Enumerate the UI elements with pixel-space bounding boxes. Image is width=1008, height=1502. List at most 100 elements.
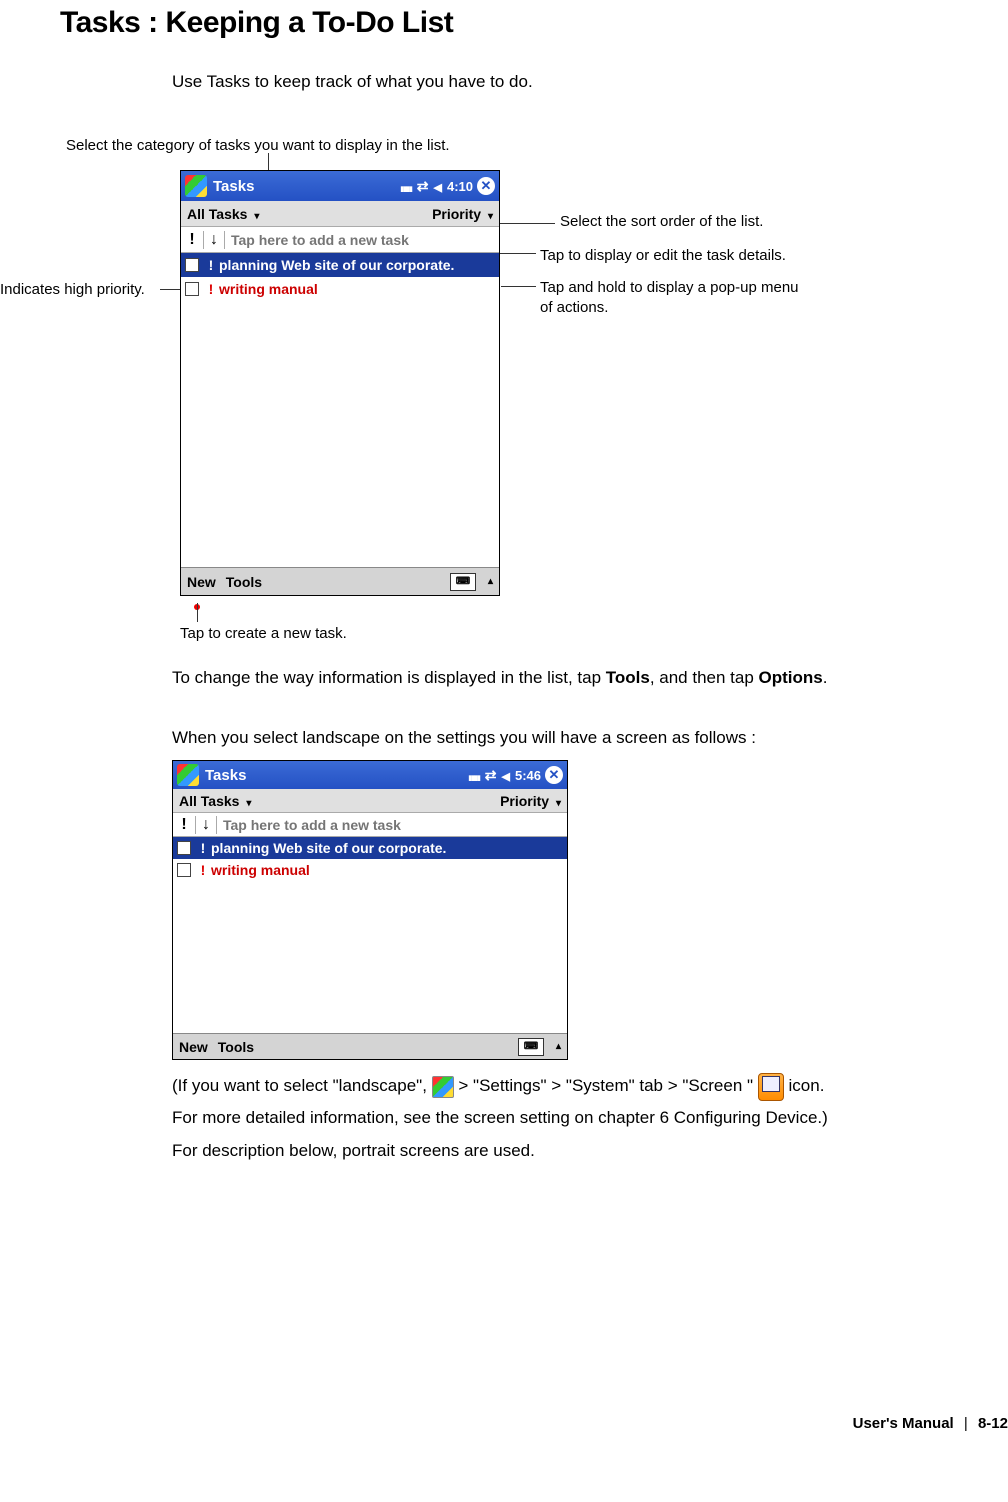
- signal-icon: [400, 179, 411, 194]
- filter-bar: All Tasks ▾ Priority ▾: [173, 789, 567, 813]
- text-bold: Options: [759, 668, 823, 687]
- text: For description below, portrait screens …: [172, 1141, 535, 1160]
- priority-icon: !: [203, 281, 219, 297]
- category-dropdown-label: All Tasks: [179, 793, 239, 809]
- screenshot-tasks-portrait: Tasks 4:10 ✕ All Tasks ▾ Priority ▾ ! ↓ …: [180, 170, 500, 596]
- app-title: Tasks: [205, 767, 246, 784]
- keyboard-icon[interactable]: [518, 1038, 544, 1056]
- priority-icon: !: [195, 862, 211, 878]
- sort-column-header[interactable]: ↓: [195, 816, 217, 834]
- task-row[interactable]: ! planning Web site of our corporate.: [181, 253, 499, 277]
- pointer-line: [501, 286, 536, 287]
- chevron-down-icon: ▾: [254, 211, 259, 222]
- callout-category: Select the category of tasks you want to…: [66, 137, 450, 154]
- close-button[interactable]: ✕: [477, 177, 495, 195]
- pointer-line: [493, 223, 555, 224]
- signal-icon: [468, 768, 479, 783]
- checkbox-icon[interactable]: [177, 841, 191, 855]
- task-label: writing manual: [219, 281, 499, 297]
- text: > "Settings" > "System" tab > "Screen ": [458, 1076, 753, 1095]
- pointer-line: [197, 603, 198, 622]
- category-dropdown-label: All Tasks: [187, 206, 247, 222]
- title-bar: Tasks 4:10 ✕: [181, 171, 499, 201]
- callout-sort-order: Select the sort order of the list.: [560, 213, 763, 230]
- chevron-down-icon: ▾: [488, 211, 493, 222]
- task-row[interactable]: ! writing manual: [181, 277, 499, 301]
- new-task-input[interactable]: [225, 227, 499, 252]
- app-title: Tasks: [213, 178, 254, 195]
- close-button[interactable]: ✕: [545, 766, 563, 784]
- footer-separator: |: [964, 1415, 968, 1432]
- entry-bar: ! ↓: [181, 227, 499, 253]
- task-row[interactable]: ! writing manual: [173, 859, 567, 881]
- paragraph-display-options: To change the way information is display…: [172, 668, 992, 688]
- task-list-area: [173, 881, 567, 1033]
- callout-tap-hold-l1: Tap and hold to display a pop-up menu: [540, 279, 799, 296]
- start-icon[interactable]: [185, 175, 207, 197]
- callout-tap-hold: Tap and hold to display a pop-up menu of…: [540, 278, 799, 317]
- task-list-area: [181, 301, 499, 567]
- chevron-down-icon: ▾: [246, 798, 251, 809]
- text: To change the way information is display…: [172, 668, 606, 687]
- clock-time: 5:46: [515, 768, 541, 783]
- page-footer: User's Manual | 8-12: [853, 1415, 1008, 1432]
- paragraph-landscape-howto: (If you want to select "landscape", > "S…: [172, 1070, 992, 1167]
- priority-icon: !: [203, 257, 219, 273]
- task-label: writing manual: [211, 862, 567, 878]
- new-menu[interactable]: New: [187, 574, 216, 590]
- new-task-input[interactable]: [217, 813, 567, 836]
- callout-new-task: Tap to create a new task.: [180, 625, 347, 642]
- sip-up-icon[interactable]: ▴: [556, 1041, 561, 1052]
- task-row[interactable]: ! planning Web site of our corporate.: [173, 837, 567, 859]
- status-icons: 5:46: [468, 767, 541, 784]
- checkbox-icon[interactable]: [177, 863, 191, 877]
- priority-column-header[interactable]: !: [181, 231, 203, 249]
- text: For more detailed information, see the s…: [172, 1108, 828, 1127]
- sort-dropdown-label: Priority: [432, 206, 481, 222]
- filter-bar: All Tasks ▾ Priority ▾: [181, 201, 499, 227]
- volume-icon: [502, 768, 510, 783]
- task-label: planning Web site of our corporate.: [211, 840, 567, 856]
- footer-label: User's Manual: [853, 1415, 954, 1432]
- clock-time: 4:10: [447, 179, 473, 194]
- sync-icon: [485, 767, 497, 784]
- status-icons: 4:10: [400, 178, 473, 195]
- checkbox-icon[interactable]: [185, 282, 199, 296]
- screen-settings-icon: [758, 1073, 784, 1101]
- sort-column-header[interactable]: ↓: [203, 231, 225, 249]
- footer-page: 8-12: [978, 1415, 1008, 1432]
- keyboard-icon[interactable]: [450, 573, 476, 591]
- text: .: [823, 668, 828, 687]
- tools-menu[interactable]: Tools: [226, 574, 262, 590]
- intro-text: Use Tasks to keep track of what you have…: [172, 72, 533, 92]
- priority-column-header[interactable]: !: [173, 816, 195, 834]
- text: (If you want to select "landscape",: [172, 1076, 432, 1095]
- text: icon.: [789, 1076, 825, 1095]
- menu-bar: New Tools ▴: [173, 1033, 567, 1059]
- entry-bar: ! ↓: [173, 813, 567, 837]
- screenshot-tasks-landscape: Tasks 5:46 ✕ All Tasks ▾ Priority ▾ ! ↓ …: [172, 760, 568, 1060]
- title-bar: Tasks 5:46 ✕: [173, 761, 567, 789]
- sort-dropdown-label: Priority: [500, 793, 549, 809]
- start-icon: [432, 1076, 454, 1098]
- tools-menu[interactable]: Tools: [218, 1039, 254, 1055]
- chevron-down-icon: ▾: [556, 798, 561, 809]
- sort-dropdown[interactable]: Priority ▾: [432, 206, 493, 222]
- callout-tap-edit: Tap to display or edit the task details.: [540, 247, 786, 264]
- callout-priority: Indicates high priority.: [0, 281, 145, 298]
- menu-bar: New Tools ▴: [181, 567, 499, 595]
- new-menu[interactable]: New: [179, 1039, 208, 1055]
- category-dropdown[interactable]: All Tasks ▾: [179, 793, 251, 809]
- priority-icon: !: [195, 840, 211, 856]
- text-bold: Tools: [606, 668, 650, 687]
- page-title: Tasks : Keeping a To-Do List: [60, 6, 453, 40]
- checkbox-icon[interactable]: [185, 258, 199, 272]
- paragraph-landscape-intro: When you select landscape on the setting…: [172, 728, 992, 748]
- volume-icon: [434, 179, 442, 194]
- text: , and then tap: [650, 668, 759, 687]
- category-dropdown[interactable]: All Tasks ▾: [187, 206, 259, 222]
- start-icon[interactable]: [177, 764, 199, 786]
- task-label: planning Web site of our corporate.: [219, 257, 499, 273]
- sort-dropdown[interactable]: Priority ▾: [500, 793, 561, 809]
- sip-up-icon[interactable]: ▴: [488, 576, 493, 587]
